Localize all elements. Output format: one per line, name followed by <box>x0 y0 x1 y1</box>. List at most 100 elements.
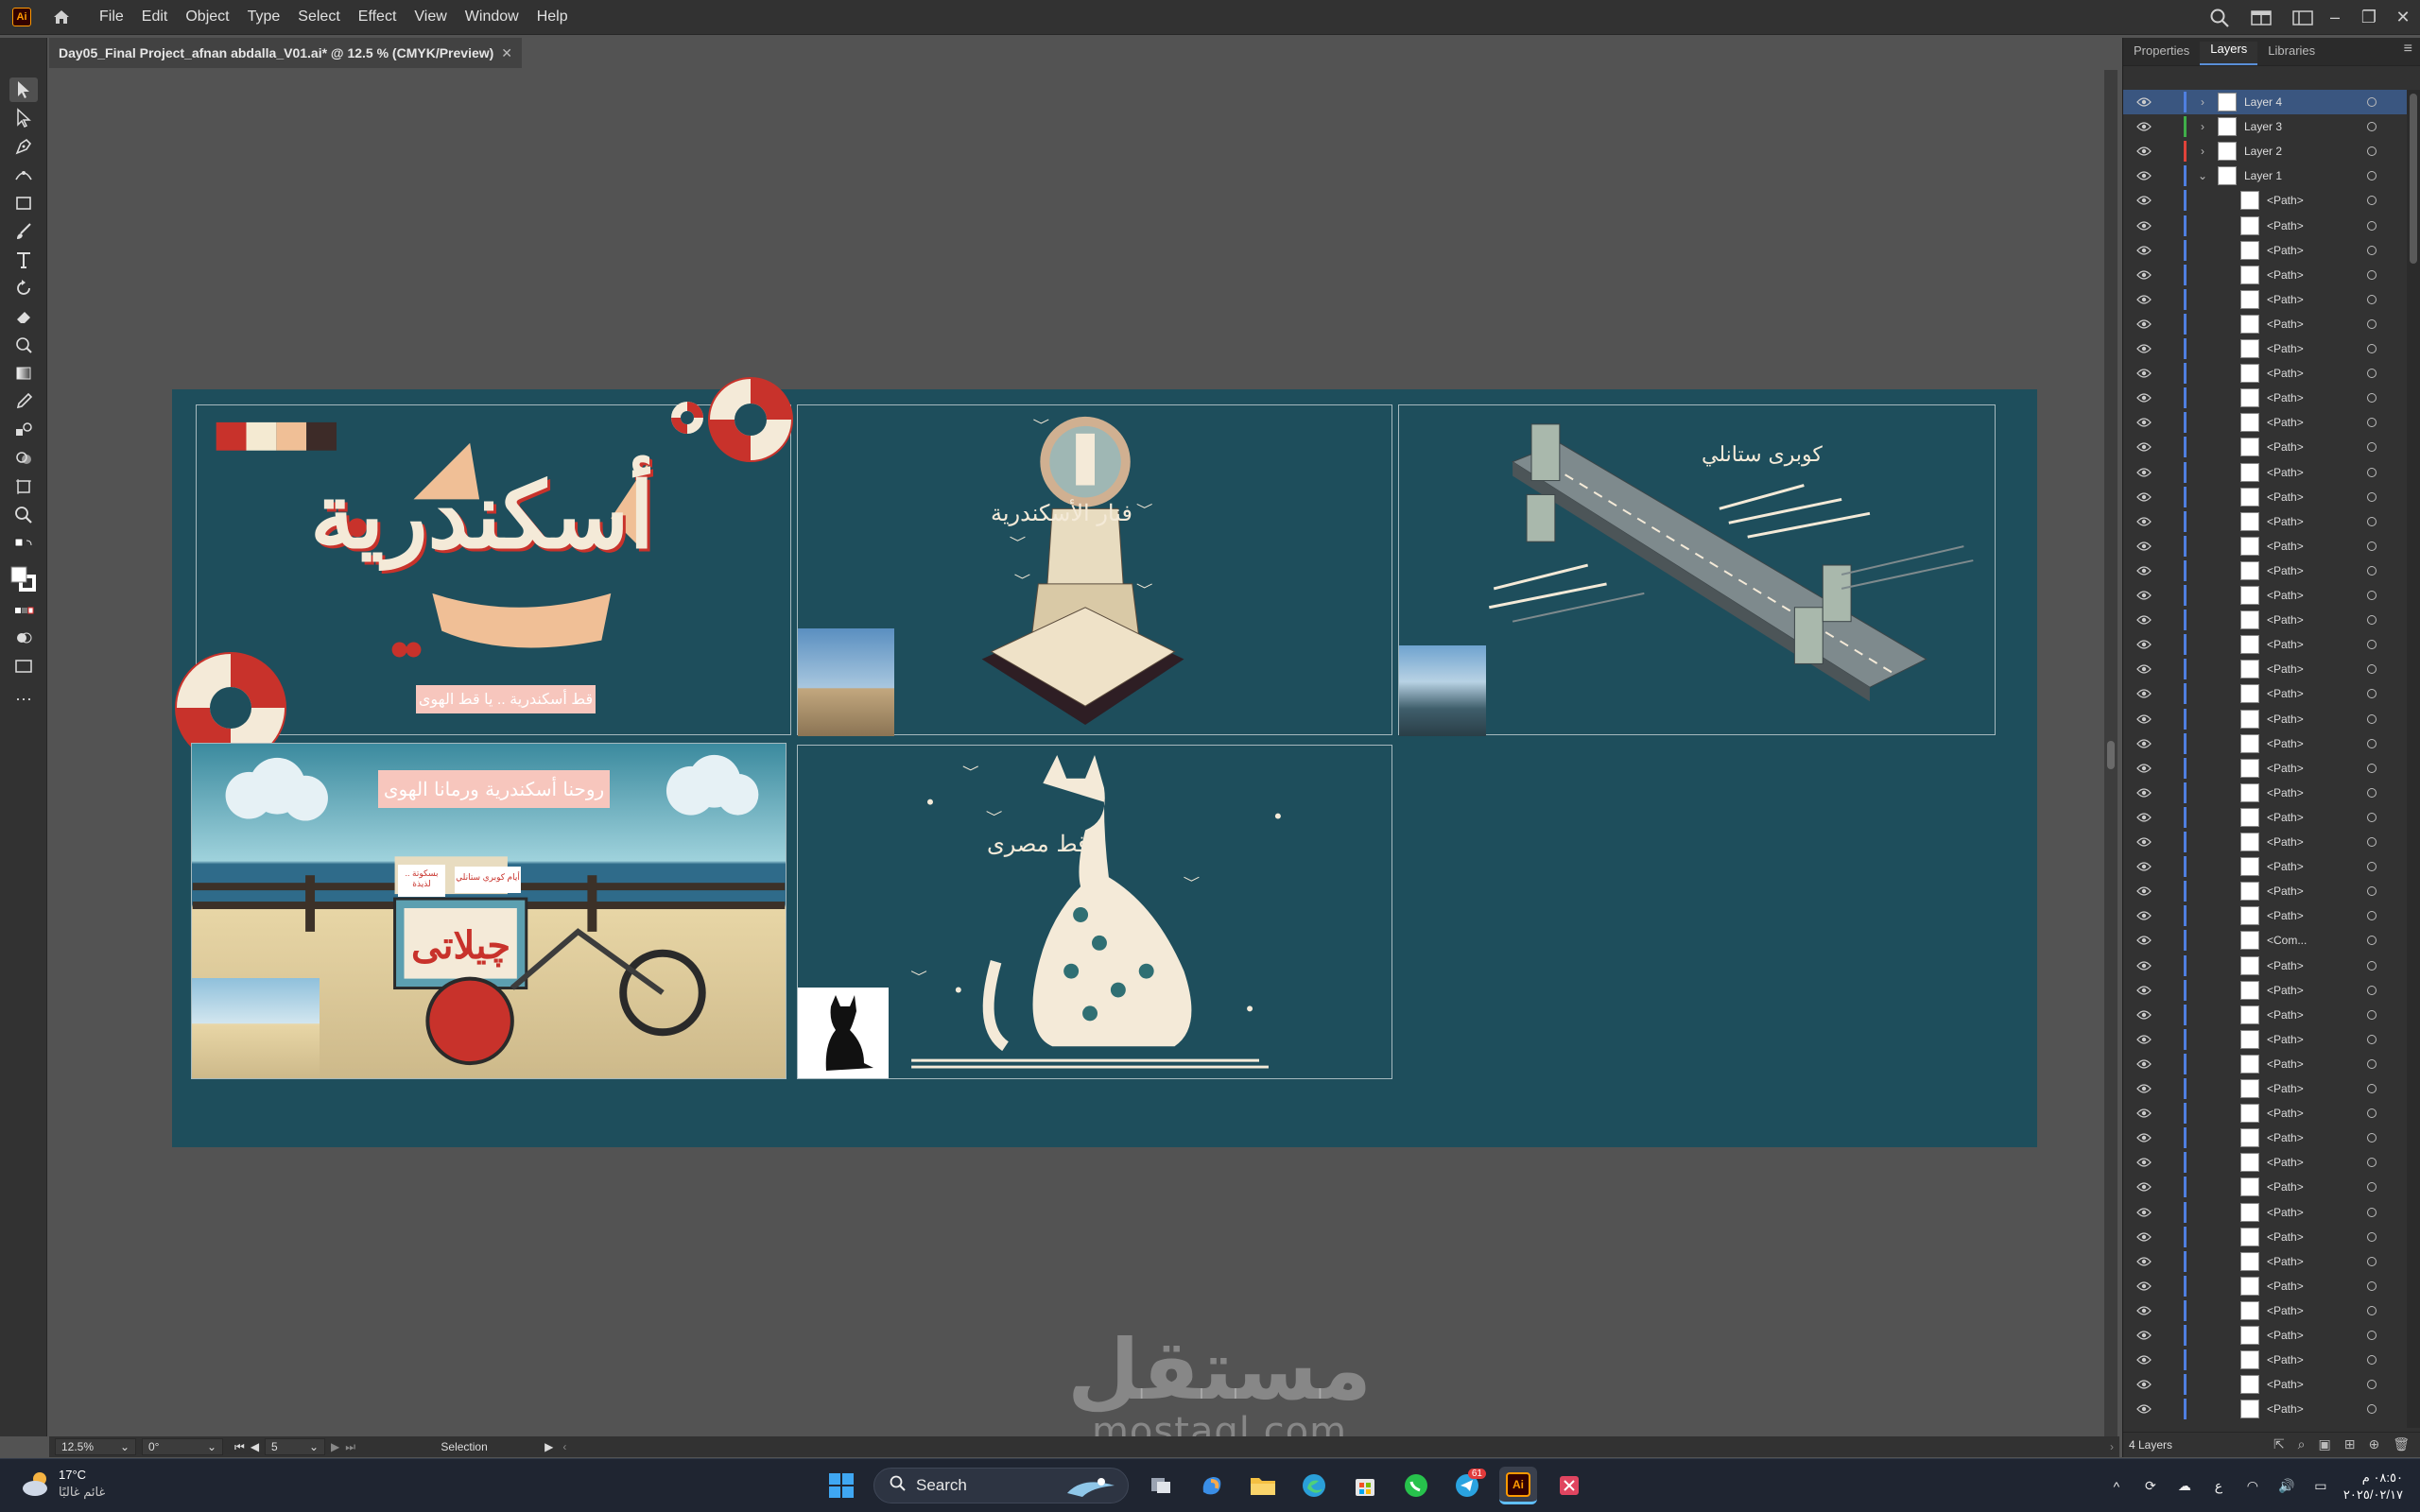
sublayer-row[interactable]: <Path> <box>2123 1175 2407 1199</box>
sublayer-row[interactable]: <Path> <box>2123 336 2407 361</box>
selection-tool-icon[interactable] <box>9 77 38 102</box>
visibility-eye-icon[interactable] <box>2136 195 2152 206</box>
visibility-eye-icon[interactable] <box>2136 1132 2152 1143</box>
sublayer-row[interactable]: <Path> <box>2123 238 2407 263</box>
layer-row[interactable]: › Layer 3 <box>2123 114 2407 139</box>
target-circle-icon[interactable] <box>2367 196 2377 206</box>
target-circle-icon[interactable] <box>2367 565 2377 576</box>
visibility-eye-icon[interactable] <box>2136 985 2152 996</box>
layer-row[interactable]: ⌄ Layer 1 <box>2123 163 2407 188</box>
sublayer-name[interactable]: <Path> <box>2267 909 2304 922</box>
target-circle-icon[interactable] <box>2367 1331 2377 1340</box>
target-circle-icon[interactable] <box>2367 516 2377 526</box>
clock[interactable]: ٠٨:٥٠ م ٢٠٢٥/٠٢/١٧ <box>2343 1469 2403 1503</box>
menu-view[interactable]: View <box>414 9 446 26</box>
new-layer-icon[interactable]: ⊕ <box>2368 1436 2379 1452</box>
menu-file[interactable]: File <box>99 9 124 26</box>
canvas-area[interactable]: أسكندرية قط أسكندرية .. يا قط الهوى فنار… <box>49 70 2119 1436</box>
close-icon[interactable]: ✕ <box>2386 4 2420 32</box>
layers-scroll-thumb[interactable] <box>2410 94 2417 264</box>
sublayer-name[interactable]: <Path> <box>2267 466 2304 479</box>
restore-icon[interactable]: ❐ <box>2352 4 2386 32</box>
target-circle-icon[interactable] <box>2367 960 2377 971</box>
visibility-eye-icon[interactable] <box>2136 1231 2152 1243</box>
sublayer-row[interactable]: <Path> <box>2123 1150 2407 1175</box>
color-mode-icon[interactable] <box>9 599 38 624</box>
visibility-eye-icon[interactable] <box>2136 663 2152 675</box>
sublayer-row[interactable]: <Path> <box>2123 1076 2407 1101</box>
menu-type[interactable]: Type <box>248 9 281 26</box>
target-circle-icon[interactable] <box>2367 1034 2377 1044</box>
target-circle-icon[interactable] <box>2367 146 2377 157</box>
sublayer-row[interactable]: <Path> <box>2123 1101 2407 1125</box>
target-circle-icon[interactable] <box>2367 369 2377 379</box>
sublayer-name[interactable]: <Path> <box>2267 737 2304 750</box>
snipping-tool-icon[interactable] <box>1550 1467 1588 1504</box>
sublayer-name[interactable]: <Path> <box>2267 219 2304 232</box>
sublayer-row[interactable]: <Path> <box>2123 558 2407 583</box>
visibility-eye-icon[interactable] <box>2136 294 2152 305</box>
menu-help[interactable]: Help <box>537 9 568 26</box>
eyedropper-tool-icon[interactable] <box>9 389 38 414</box>
visibility-eye-icon[interactable] <box>2136 935 2152 946</box>
telegram-icon[interactable]: 61 <box>1448 1467 1486 1504</box>
sublayer-name[interactable]: <Path> <box>2267 1008 2304 1022</box>
visibility-eye-icon[interactable] <box>2136 763 2152 774</box>
visibility-eye-icon[interactable] <box>2136 1280 2152 1292</box>
artboard-number-select[interactable]: 5 ⌄ <box>265 1438 326 1455</box>
visibility-eye-icon[interactable] <box>2136 885 2152 897</box>
visibility-eye-icon[interactable] <box>2136 836 2152 848</box>
visibility-eye-icon[interactable] <box>2136 812 2152 823</box>
target-circle-icon[interactable] <box>2367 664 2377 675</box>
target-circle-icon[interactable] <box>2367 418 2377 428</box>
sublayer-row[interactable]: <Com... <box>2123 928 2407 953</box>
sublayer-row[interactable]: <Path> <box>2123 632 2407 657</box>
panel-menu-icon[interactable]: ≡ <box>2404 41 2412 65</box>
sublayer-row[interactable]: <Path> <box>2123 534 2407 558</box>
target-circle-icon[interactable] <box>2367 1009 2377 1020</box>
sublayer-name[interactable]: <Path> <box>2267 860 2304 873</box>
sublayer-row[interactable]: <Path> <box>2123 1200 2407 1225</box>
visibility-eye-icon[interactable] <box>2136 245 2152 256</box>
rotate-tool-icon[interactable] <box>9 276 38 301</box>
sublayer-name[interactable]: <Path> <box>2267 440 2304 454</box>
sublayer-row[interactable]: <Path> <box>2123 608 2407 632</box>
language-indicator[interactable]: ع <box>2202 1478 2236 1494</box>
sublayer-name[interactable]: <Path> <box>2267 1329 2304 1342</box>
shape-builder-tool-icon[interactable] <box>9 446 38 471</box>
sublayer-row[interactable]: <Path> <box>2123 731 2407 756</box>
wifi-icon[interactable]: ◠ <box>2236 1478 2270 1494</box>
target-circle-icon[interactable] <box>2367 763 2377 773</box>
visibility-eye-icon[interactable] <box>2136 861 2152 872</box>
rotate-view-select[interactable]: 0° ⌄ <box>142 1438 223 1455</box>
target-circle-icon[interactable] <box>2367 640 2377 650</box>
target-circle-icon[interactable] <box>2367 442 2377 453</box>
sublayer-name[interactable]: <Path> <box>2267 540 2304 553</box>
panel-egyptian-cat[interactable]: قط مصرى <box>797 745 1392 1079</box>
sublayer-name[interactable]: <Path> <box>2267 367 2304 380</box>
target-circle-icon[interactable] <box>2367 713 2377 724</box>
sublayer-name[interactable]: <Path> <box>2267 885 2304 898</box>
home-icon[interactable] <box>50 6 73 28</box>
sublayer-name[interactable]: <Path> <box>2267 1353 2304 1366</box>
visibility-eye-icon[interactable] <box>2136 1034 2152 1045</box>
menu-select[interactable]: Select <box>298 9 339 26</box>
sublayer-row[interactable]: <Path> <box>2123 1372 2407 1397</box>
sublayer-name[interactable]: <Path> <box>2267 713 2304 726</box>
expand-chevron-icon[interactable]: ⌄ <box>2195 168 2210 183</box>
draw-mode-icon[interactable] <box>9 626 38 650</box>
sublayer-name[interactable]: <Path> <box>2267 293 2304 306</box>
visibility-eye-icon[interactable] <box>2136 392 2152 404</box>
sublayer-row[interactable]: <Path> <box>2123 410 2407 435</box>
zoom-select[interactable]: 12.5% ⌄ <box>55 1438 136 1455</box>
visibility-eye-icon[interactable] <box>2136 787 2152 799</box>
sublayer-row[interactable]: <Path> <box>2123 854 2407 879</box>
target-circle-icon[interactable] <box>2367 787 2377 798</box>
visibility-eye-icon[interactable] <box>2136 1354 2152 1366</box>
whatsapp-icon[interactable] <box>1397 1467 1435 1504</box>
sublayer-row[interactable]: <Path> <box>2123 263 2407 287</box>
sublayer-name[interactable]: <Path> <box>2267 984 2304 997</box>
target-circle-icon[interactable] <box>2367 344 2377 353</box>
target-circle-icon[interactable] <box>2367 467 2377 477</box>
weather-widget[interactable]: 17°C غائم غالبًا <box>21 1467 105 1501</box>
